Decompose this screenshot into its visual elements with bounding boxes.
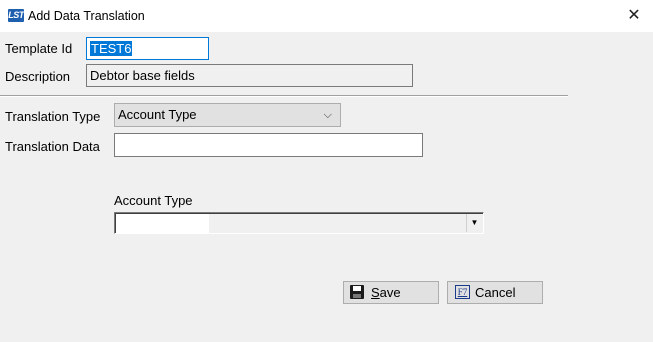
divider (0, 95, 568, 97)
cancel-button[interactable]: F7 Cancel (447, 281, 543, 304)
title-bar: LST Add Data Translation ✕ (0, 0, 653, 32)
account-type-label: Account Type (114, 193, 193, 208)
close-icon: ✕ (627, 7, 641, 24)
translation-data-field[interactable] (114, 133, 423, 157)
description-value: Debtor base fields (90, 68, 195, 83)
translation-type-label: Translation Type (5, 109, 101, 124)
dropdown-arrow-icon[interactable]: ▼ (466, 214, 482, 232)
save-icon (350, 285, 364, 299)
f7-key-icon: F7 (455, 285, 470, 299)
description-label: Description (5, 69, 71, 84)
template-id-label: Template Id (5, 41, 73, 56)
window-title: Add Data Translation (28, 9, 145, 23)
account-type-select[interactable]: ▼ (114, 212, 484, 234)
translation-type-select[interactable]: Account Type ⌵ (114, 103, 341, 127)
cancel-button-label: Cancel (475, 285, 516, 300)
description-field[interactable]: Debtor base fields (86, 64, 413, 87)
template-id-value: TEST6 (90, 41, 133, 56)
translation-type-value: Account Type (118, 107, 197, 122)
save-button[interactable]: Save (343, 281, 439, 304)
template-id-field[interactable]: TEST6 (86, 37, 209, 60)
app-logo-icon: LST (8, 9, 24, 22)
close-button[interactable]: ✕ (623, 5, 645, 27)
account-type-value (116, 214, 209, 233)
chevron-down-icon: ⌵ (323, 109, 332, 121)
translation-data-label: Translation Data (5, 139, 100, 154)
save-button-label: Save (371, 285, 401, 300)
